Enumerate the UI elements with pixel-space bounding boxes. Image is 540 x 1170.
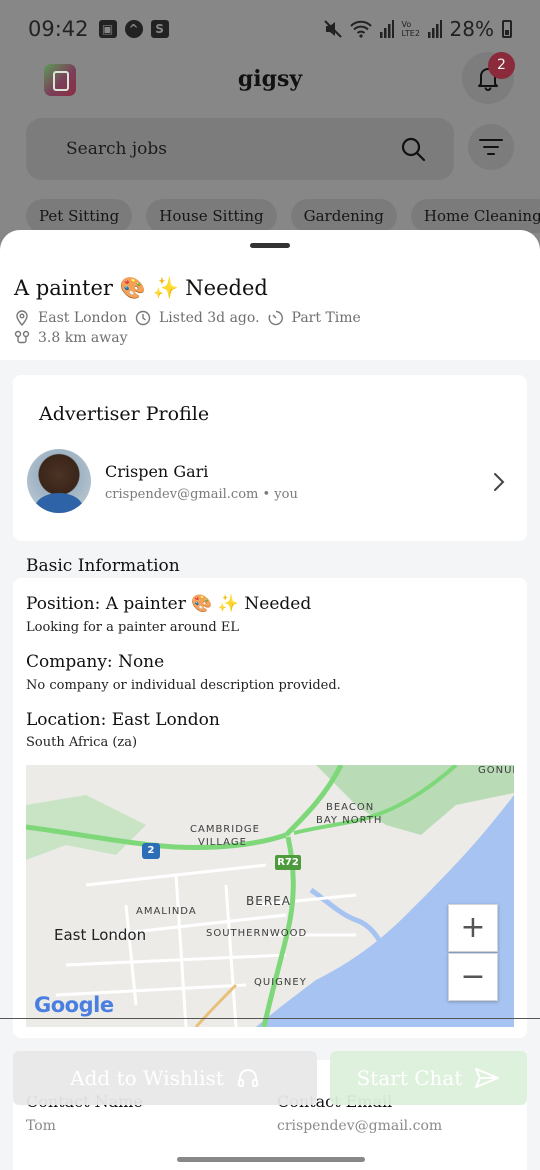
search-icon[interactable] bbox=[400, 136, 426, 162]
location-desc: South Africa (za) bbox=[26, 735, 138, 750]
gallery-icon: ▣ bbox=[98, 20, 117, 38]
advertiser-section-title: Advertiser Profile bbox=[39, 403, 210, 425]
map-label-berea: BEREA bbox=[246, 894, 291, 908]
filter-icon bbox=[479, 139, 503, 155]
notification-badge: 2 bbox=[488, 52, 515, 79]
search-bar bbox=[26, 118, 454, 180]
category-chips: Pet Sitting House Sitting Gardening Home… bbox=[26, 199, 540, 233]
advertiser-email: crispendev@gmail.com • you bbox=[105, 487, 298, 502]
map-label-amalinda: AMALINDA bbox=[136, 906, 197, 917]
drag-handle[interactable] bbox=[250, 243, 290, 248]
job-type: Part Time bbox=[291, 310, 361, 326]
app-title: gigsy bbox=[237, 66, 303, 92]
company-desc: No company or individual description pro… bbox=[26, 678, 341, 693]
start-chat-button[interactable]: Start Chat bbox=[330, 1051, 527, 1105]
network-label: Vo LTE2 bbox=[401, 20, 420, 38]
map-label-east-london: East London bbox=[54, 926, 147, 944]
sheet-header: A painter 🎨 ✨ Needed East London Listed … bbox=[0, 230, 540, 360]
map-label-southernwood: SOUTHERNWOOD bbox=[206, 928, 308, 939]
basic-info-card: Position: A painter 🎨 ✨ Needed Looking f… bbox=[13, 578, 527, 1038]
contact-email-value: crispendev@gmail.com bbox=[277, 1118, 443, 1134]
status-right: Vo LTE2 28% bbox=[323, 17, 512, 41]
route-icon bbox=[14, 330, 30, 344]
map-label-beacon: BEACON bbox=[326, 802, 375, 813]
company-label: Company: None bbox=[26, 652, 165, 672]
position-label: Position: A painter 🎨 ✨ Needed bbox=[26, 594, 312, 614]
add-to-wishlist-button[interactable]: Add to Wishlist bbox=[13, 1051, 317, 1105]
job-listed: Listed 3d ago. bbox=[158, 310, 260, 326]
app-header: gigsy 2 bbox=[0, 52, 540, 108]
location-map[interactable]: GONUE BEACON BAY NORTH CAMBRIDGE VILLAGE… bbox=[26, 765, 514, 1027]
wifi-icon bbox=[349, 20, 372, 38]
home-indicator[interactable] bbox=[177, 1157, 365, 1162]
zoom-in-button[interactable]: + bbox=[448, 904, 498, 952]
contact-name-value: Tom bbox=[26, 1118, 56, 1134]
headset-icon bbox=[237, 1069, 258, 1087]
app-notification-icon: ^ bbox=[124, 20, 143, 38]
job-location: East London bbox=[38, 310, 127, 326]
map-label-gonubie: GONUE bbox=[478, 765, 514, 776]
zoom-out-button[interactable]: − bbox=[448, 953, 498, 1001]
chip-house-sitting[interactable]: House Sitting bbox=[146, 199, 277, 233]
map-label-bay-north: BAY NORTH bbox=[316, 815, 383, 826]
battery-percent: 28% bbox=[449, 17, 494, 41]
job-title: A painter 🎨 ✨ Needed bbox=[14, 276, 268, 300]
advertiser-card[interactable]: Advertiser Profile Crispen Gari crispend… bbox=[13, 375, 527, 541]
signal-icon-1 bbox=[379, 20, 394, 38]
action-divider bbox=[0, 1018, 540, 1019]
map-label-cambridge: CAMBRIDGE bbox=[190, 824, 260, 835]
basic-info-title: Basic Information bbox=[26, 556, 180, 576]
advertiser-name: Crispen Gari bbox=[105, 462, 209, 481]
job-meta: East London Listed 3d ago. Part Time bbox=[14, 310, 361, 326]
signal-icon-2 bbox=[427, 20, 442, 38]
battery-icon bbox=[502, 20, 512, 38]
wishlist-label: Add to Wishlist bbox=[70, 1066, 224, 1090]
google-logo: Google bbox=[34, 993, 114, 1017]
clock-icon bbox=[135, 310, 151, 326]
chat-label: Start Chat bbox=[356, 1066, 463, 1090]
job-distance-row: 3.8 km away bbox=[14, 330, 128, 346]
search-input[interactable] bbox=[46, 118, 386, 180]
send-icon bbox=[475, 1068, 500, 1088]
job-details-sheet: A painter 🎨 ✨ Needed East London Listed … bbox=[0, 230, 540, 1170]
route-r72-badge: R72 bbox=[275, 855, 301, 870]
chevron-right-icon[interactable] bbox=[492, 471, 506, 493]
s-app-icon: S bbox=[150, 20, 169, 38]
timer-icon bbox=[268, 310, 283, 326]
position-desc: Looking for a painter around EL bbox=[26, 620, 239, 635]
location-label: Location: East London bbox=[26, 710, 220, 730]
route-2-badge: 2 bbox=[142, 843, 160, 859]
status-time: 09:42 bbox=[28, 17, 89, 41]
avatar bbox=[27, 449, 91, 513]
mute-icon bbox=[323, 20, 342, 38]
chip-home-cleaning[interactable]: Home Cleaning bbox=[410, 199, 540, 233]
job-distance: 3.8 km away bbox=[38, 330, 128, 346]
chip-gardening[interactable]: Gardening bbox=[290, 199, 397, 233]
status-bar: 09:42 ▣ ^ S Vo LTE2 28% bbox=[0, 0, 540, 58]
chip-pet-sitting[interactable]: Pet Sitting bbox=[26, 199, 133, 233]
location-pin-icon bbox=[16, 310, 28, 326]
map-label-quigney: QUIGNEY bbox=[254, 977, 307, 988]
map-label-village: VILLAGE bbox=[198, 837, 247, 848]
filter-button[interactable] bbox=[468, 124, 514, 170]
